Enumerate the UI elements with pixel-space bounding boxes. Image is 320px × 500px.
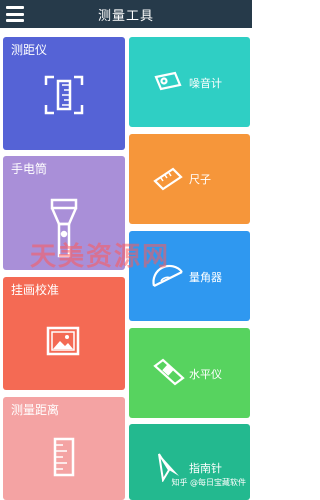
tile-ruler-label: 尺子 [189,173,211,186]
tile-rangefinder[interactable]: 测距仪 [3,37,125,150]
page-title: 测量工具 [97,8,154,24]
tile-noise-meter-label: 噪音计 [189,77,222,90]
tile-rangefinder-label: 测距仪 [11,43,48,57]
ruler-icon [153,167,183,191]
watermark: 天美资源网 [30,242,171,272]
tile-protractor-label: 量角器 [189,271,222,284]
tile-flashlight-label: 手电筒 [11,162,48,176]
app-bar: 测量工具 [0,0,252,28]
ruler-vertical-icon [53,437,75,477]
hamburger-menu-icon[interactable] [6,6,24,22]
rangefinder-icon [44,75,84,115]
tile-picture-calibration-label: 挂画校准 [11,283,60,297]
tile-spirit-level-label: 水平仪 [189,368,222,381]
tile-compass[interactable]: 指南针 [129,424,250,500]
spirit-level-icon [153,358,185,386]
tile-spirit-level[interactable]: 水平仪 [129,328,250,418]
tile-measure-distance-label: 测量距离 [11,403,60,417]
tile-noise-meter[interactable]: 噪音计 [129,37,250,127]
tile-measure-distance[interactable]: 测量距离 [3,397,125,500]
tile-ruler[interactable]: 尺子 [129,134,250,224]
credit-text: 知乎 @每日宝藏软件 [171,478,246,487]
picture-frame-icon [46,326,80,356]
tile-compass-label: 指南针 [189,462,222,475]
noise-meter-icon [154,71,182,91]
tile-picture-calibration[interactable]: 挂画校准 [3,277,125,390]
